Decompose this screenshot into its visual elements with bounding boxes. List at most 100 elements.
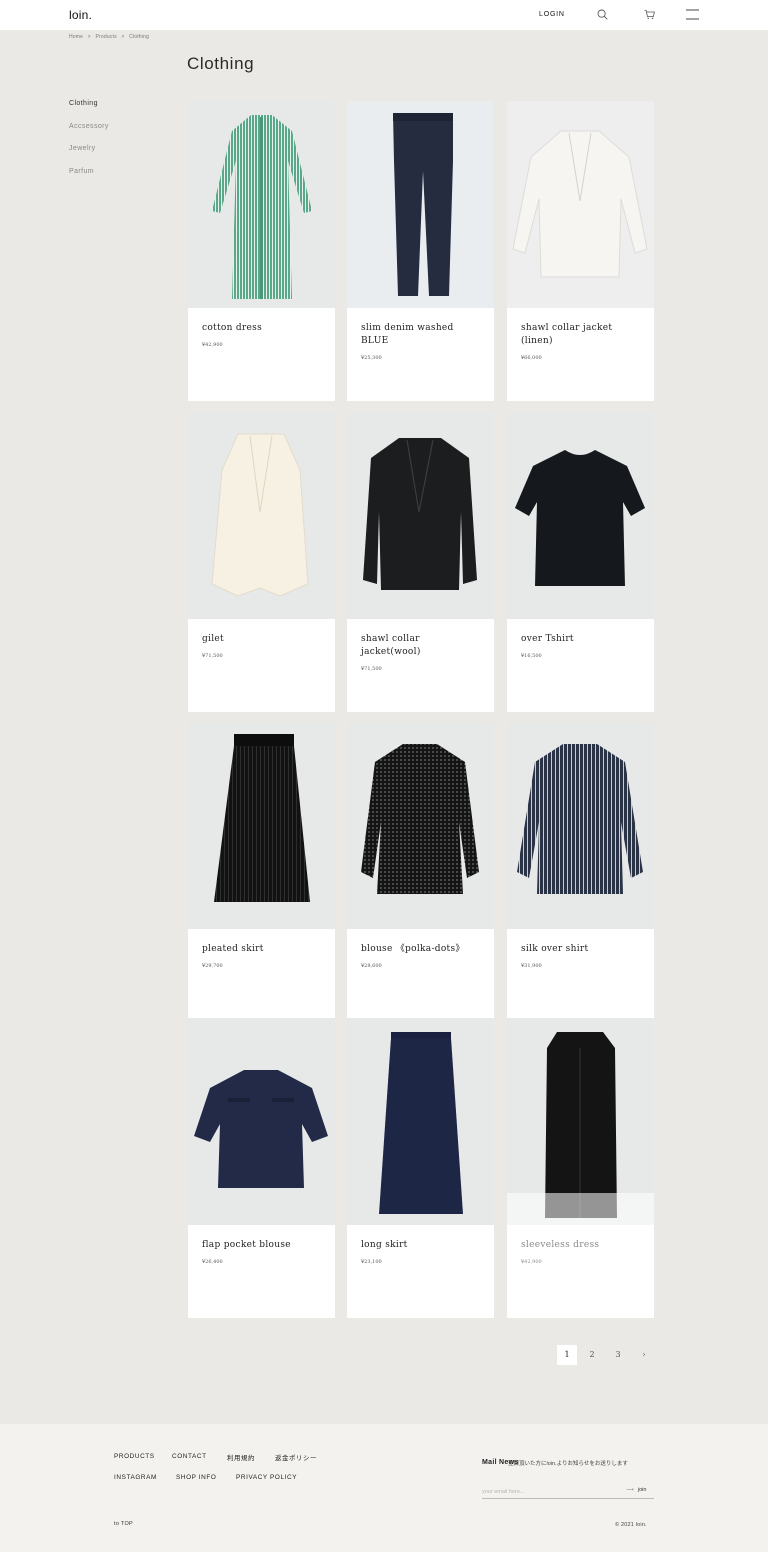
- page-1-button[interactable]: 1: [557, 1345, 577, 1365]
- footer-link-refund-policy[interactable]: 返金ポリシー: [275, 1453, 317, 1462]
- product-image[interactable]: [507, 101, 654, 308]
- pleated-skirt-illustration: [214, 734, 310, 902]
- product-image[interactable]: [347, 722, 494, 929]
- product-name[interactable]: sleeveless dress: [521, 1239, 640, 1252]
- product-card-shawl-jacket-wool[interactable]: shawl collar jacket(wool) ¥71,500: [347, 412, 494, 712]
- breadcrumb-separator: >: [87, 34, 91, 40]
- product-price: ¥42,900: [202, 342, 223, 348]
- sidebar-item-jewelry[interactable]: Jewelry: [69, 145, 109, 168]
- breadcrumb-clothing[interactable]: Clothing: [129, 34, 149, 40]
- product-info: cotton dress ¥42,900: [188, 308, 335, 401]
- product-info: over Tshirt ¥16,500: [507, 619, 654, 712]
- tshirt-illustration: [515, 450, 645, 586]
- product-image[interactable]: [347, 101, 494, 308]
- copyright: © 2021 loin.: [615, 1522, 647, 1528]
- product-image[interactable]: [507, 722, 654, 929]
- site-logo[interactable]: loin.: [69, 8, 92, 22]
- product-image[interactable]: [347, 1018, 494, 1225]
- product-card-polka-blouse[interactable]: blouse 《polka-dots》 ¥28,600: [347, 722, 494, 1022]
- product-info: sleeveless dress ¥42,900: [507, 1225, 654, 1318]
- to-top-link[interactable]: to TOP: [114, 1521, 133, 1527]
- product-name[interactable]: over Tshirt: [521, 633, 640, 646]
- footer-link-instagram[interactable]: INSTAGRAM: [114, 1474, 157, 1481]
- sidebar-item-accessory[interactable]: Accsessory: [69, 123, 109, 146]
- login-link[interactable]: LOGIN: [539, 11, 565, 18]
- product-name[interactable]: pleated skirt: [202, 943, 321, 956]
- product-card-sleeveless-dress[interactable]: sleeveless dress ¥42,900: [507, 1018, 654, 1318]
- cart-icon[interactable]: [644, 9, 655, 20]
- product-info: silk over shirt ¥31,900: [507, 929, 654, 1022]
- product-card-gilet[interactable]: gilet ¥71,500: [188, 412, 335, 712]
- product-info: blouse 《polka-dots》 ¥28,600: [347, 929, 494, 1022]
- product-card-shawl-jacket-linen[interactable]: shawl collar jacket (linen) ¥66,000: [507, 101, 654, 401]
- product-price: ¥23,100: [361, 1259, 382, 1265]
- product-price: ¥66,000: [521, 355, 542, 361]
- product-image[interactable]: [347, 412, 494, 619]
- product-info: shawl collar jacket (linen) ¥66,000: [507, 308, 654, 401]
- product-name[interactable]: blouse 《polka-dots》: [361, 943, 480, 956]
- sidebar-item-parfum[interactable]: Parfum: [69, 168, 109, 191]
- product-name[interactable]: shawl collar jacket (linen): [521, 322, 640, 348]
- product-image[interactable]: [507, 412, 654, 619]
- product-price: ¥28,600: [361, 963, 382, 969]
- product-card-slim-denim[interactable]: slim denim washed BLUE ¥25,300: [347, 101, 494, 401]
- search-icon[interactable]: [597, 9, 608, 20]
- long-skirt-illustration: [379, 1032, 463, 1214]
- breadcrumb-products[interactable]: Products: [95, 34, 116, 40]
- product-name[interactable]: gilet: [202, 633, 321, 646]
- footer-link-privacy-policy[interactable]: PRIVACY POLICY: [236, 1474, 297, 1481]
- product-image[interactable]: [188, 722, 335, 929]
- wool-jacket-illustration: [363, 438, 477, 590]
- flap-blouse-illustration: [194, 1070, 328, 1188]
- footer-link-terms[interactable]: 利用規約: [227, 1453, 255, 1462]
- footer-link-products[interactable]: PRODUCTS: [114, 1453, 155, 1460]
- breadcrumb: Home > Products > Clothing: [69, 34, 152, 40]
- breadcrumb-home[interactable]: Home: [69, 34, 83, 40]
- polka-blouse-illustration: [361, 744, 479, 894]
- product-info: long skirt ¥23,100: [347, 1225, 494, 1318]
- sidebar-item-clothing[interactable]: Clothing: [69, 100, 109, 123]
- footer-link-shop-info[interactable]: SHOP INFO: [176, 1474, 216, 1481]
- page-title: Clothing: [187, 54, 255, 73]
- product-name[interactable]: cotton dress: [202, 322, 321, 335]
- product-price: ¥71,500: [202, 653, 223, 659]
- sleeveless-dress-illustration: [545, 1032, 617, 1218]
- product-price: ¥25,300: [361, 355, 382, 361]
- product-info: flap pocket blouse ¥26,400: [188, 1225, 335, 1318]
- product-price: ¥71,500: [361, 666, 382, 672]
- product-name[interactable]: shawl collar jacket(wool): [361, 633, 480, 659]
- product-card-cotton-dress[interactable]: cotton dress ¥42,900: [188, 101, 335, 401]
- product-card-long-skirt[interactable]: long skirt ¥23,100: [347, 1018, 494, 1318]
- product-name[interactable]: flap pocket blouse: [202, 1239, 321, 1252]
- product-price: ¥26,400: [202, 1259, 223, 1265]
- footer-link-contact[interactable]: CONTACT: [172, 1453, 207, 1460]
- product-name[interactable]: silk over shirt: [521, 943, 640, 956]
- product-price: ¥31,900: [521, 963, 542, 969]
- product-image[interactable]: [507, 1018, 654, 1225]
- product-price: ¥29,700: [202, 963, 223, 969]
- product-info: gilet ¥71,500: [188, 619, 335, 712]
- menu-icon[interactable]: [686, 9, 699, 20]
- page-3-button[interactable]: 3: [608, 1345, 628, 1365]
- product-card-flap-pocket-blouse[interactable]: flap pocket blouse ¥26,400: [188, 1018, 335, 1318]
- product-card-pleated-skirt[interactable]: pleated skirt ¥29,700: [188, 722, 335, 1022]
- product-image[interactable]: [188, 1018, 335, 1225]
- next-page-button[interactable]: ›: [634, 1345, 654, 1365]
- product-name[interactable]: long skirt: [361, 1239, 480, 1252]
- product-price: ¥16,500: [521, 653, 542, 659]
- product-card-over-tshirt[interactable]: over Tshirt ¥16,500: [507, 412, 654, 712]
- product-price: ¥42,900: [521, 1259, 542, 1265]
- page-2-button[interactable]: 2: [582, 1345, 602, 1365]
- linen-jacket-illustration: [512, 130, 648, 278]
- mail-news-description: 登録頂いた方にloin.よりお知らせをお送りします: [508, 1461, 628, 1467]
- gilet-illustration: [211, 433, 309, 597]
- product-image[interactable]: [188, 101, 335, 308]
- breadcrumb-separator: >: [121, 34, 125, 40]
- product-name[interactable]: slim denim washed BLUE: [361, 322, 480, 348]
- site-header: loin. LOGIN: [0, 0, 768, 30]
- site-footer: PRODUCTS CONTACT 利用規約 返金ポリシー INSTAGRAM S…: [0, 1424, 768, 1552]
- product-card-silk-over-shirt[interactable]: silk over shirt ¥31,900: [507, 722, 654, 1022]
- join-button[interactable]: ⟶ join: [626, 1487, 646, 1493]
- join-label: join: [637, 1487, 647, 1493]
- product-image[interactable]: [188, 412, 335, 619]
